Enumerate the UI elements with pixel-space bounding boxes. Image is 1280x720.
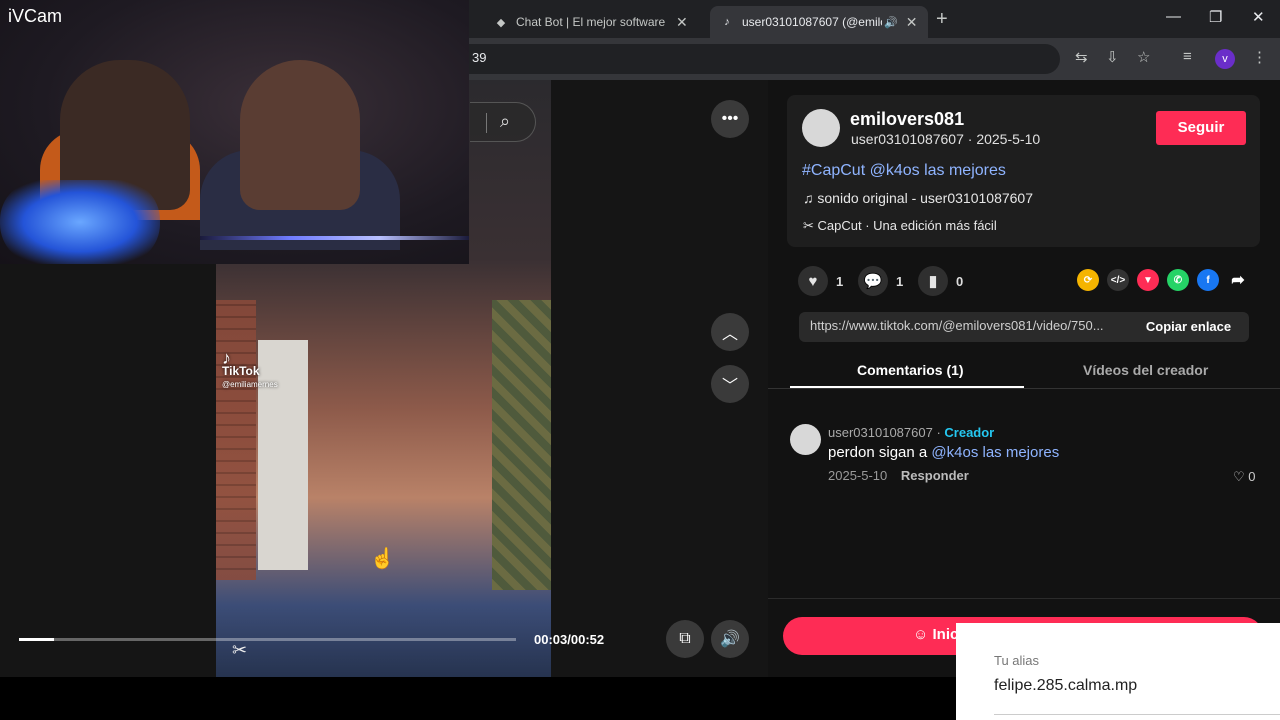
embed-icon[interactable]: </> bbox=[1107, 269, 1129, 291]
capcut-watermark-icon: ✂ bbox=[232, 640, 248, 660]
tab-creator-videos[interactable]: Vídeos del creador bbox=[1083, 362, 1208, 378]
pip-icon: ⧉ bbox=[679, 630, 691, 647]
send-icon[interactable]: ▼ bbox=[1137, 269, 1159, 291]
capcut-text: CapCut · Una edición más fácil bbox=[817, 218, 997, 233]
copy-link-button[interactable]: Copiar enlace bbox=[1128, 312, 1249, 342]
new-tab-icon[interactable]: + bbox=[936, 8, 948, 31]
menu-icon[interactable]: ⋮ bbox=[1252, 48, 1267, 66]
save-count: 0 bbox=[956, 273, 964, 289]
heart-outline-icon: ♡ bbox=[1233, 469, 1245, 484]
progress-bar[interactable] bbox=[19, 638, 516, 641]
comment-count: 1 bbox=[896, 273, 904, 289]
url-text: 39 bbox=[472, 50, 487, 65]
maximize-icon[interactable]: ❐ bbox=[1209, 8, 1222, 26]
like-count: 1 bbox=[836, 273, 844, 289]
watermark-brand: TikTok bbox=[222, 364, 260, 378]
save-button[interactable]: ▮ 0 bbox=[918, 266, 963, 296]
comment-meta: 2025-5-10 Responder bbox=[828, 468, 969, 483]
comment-text: perdon sigan a @k4os las mejores bbox=[828, 444, 1059, 461]
comment-icon: 💬 bbox=[858, 266, 888, 296]
heart-icon: ♥ bbox=[798, 266, 828, 296]
more-icon: ••• bbox=[721, 110, 739, 127]
comment-like-count: 0 bbox=[1248, 469, 1256, 484]
post-description[interactable]: #CapCut @k4os las mejores bbox=[802, 162, 1006, 180]
tab-tiktok[interactable]: ♪ user03101087607 (@emilov 🔊 ✕ bbox=[710, 6, 928, 38]
close-icon[interactable]: ✕ bbox=[906, 14, 918, 31]
avatar[interactable] bbox=[802, 109, 840, 147]
video-link[interactable]: https://www.tiktok.com/@emilovers081/vid… bbox=[810, 318, 1128, 333]
username[interactable]: emilovers081 bbox=[850, 109, 964, 130]
translate-icon[interactable]: ⇆ bbox=[1075, 48, 1088, 66]
alias-underline bbox=[994, 714, 1280, 715]
chevron-down-icon: ﹀ bbox=[721, 378, 738, 395]
watermark-handle: @emiliamernes bbox=[222, 380, 278, 389]
previous-video-button[interactable]: ︿ bbox=[711, 313, 749, 351]
search-button[interactable]: ⌕ bbox=[470, 102, 536, 142]
comment-avatar[interactable] bbox=[790, 424, 821, 455]
capcut-link[interactable]: ✂ CapCut · Una edición más fácil bbox=[803, 218, 997, 234]
music-link[interactable]: ♫ sonido original - user03101087607 bbox=[803, 190, 1033, 206]
whatsapp-icon[interactable]: ✆ bbox=[1167, 269, 1189, 291]
volume-button[interactable]: 🔊 bbox=[711, 620, 749, 658]
close-icon[interactable]: ✕ bbox=[676, 14, 688, 31]
diamond-icon: ◆ bbox=[496, 16, 506, 29]
webcam-person-right-head bbox=[240, 60, 360, 210]
tiktok-icon: ♪ bbox=[724, 16, 730, 28]
media-queue-icon[interactable]: ≡ bbox=[1183, 48, 1192, 65]
pip-button[interactable]: ⧉ bbox=[666, 620, 704, 658]
window-close-icon[interactable]: ✕ bbox=[1252, 8, 1265, 26]
comment-username: user03101087607 bbox=[828, 425, 933, 440]
hand-cursor-icon: ☝ bbox=[370, 548, 395, 570]
chevron-up-icon: ︿ bbox=[721, 326, 738, 343]
progress-fill bbox=[19, 638, 54, 641]
tab-chatbot[interactable]: ◆ Chat Bot | El mejor software pa ✕ bbox=[484, 6, 702, 38]
music-text: sonido original - user03101087607 bbox=[817, 190, 1033, 206]
next-video-button[interactable]: ﹀ bbox=[711, 365, 749, 403]
capcut-icon: ✂ bbox=[803, 218, 818, 233]
music-note-icon: ♫ bbox=[803, 190, 818, 206]
profile-avatar[interactable]: v bbox=[1215, 49, 1235, 69]
video-brick-wall bbox=[216, 300, 256, 580]
post-subline: user03101087607 · 2025-5-10 bbox=[851, 131, 1041, 147]
tab-title: Chat Bot | El mejor software pa bbox=[516, 15, 668, 29]
reply-button[interactable]: Responder bbox=[901, 468, 969, 483]
tiktok-watermark: ♪ TikTok @emiliamernes bbox=[222, 349, 278, 391]
webcam-keyboard-light bbox=[200, 236, 469, 240]
comment-button[interactable]: 💬 1 bbox=[858, 266, 903, 296]
webcam-light bbox=[0, 180, 160, 264]
alias-field[interactable]: felipe.285.calma.mp bbox=[994, 677, 1137, 695]
comment-like-button[interactable]: ♡ 0 bbox=[1233, 469, 1256, 485]
facebook-icon[interactable]: f bbox=[1197, 269, 1219, 291]
video-wallpaper bbox=[492, 300, 551, 590]
search-icon: ⌕ bbox=[500, 111, 511, 131]
share-arrow-icon[interactable]: ➦ bbox=[1227, 269, 1249, 291]
like-button[interactable]: ♥ 1 bbox=[798, 266, 843, 296]
comment-date: 2025-5-10 bbox=[828, 468, 888, 483]
speaker-icon[interactable]: 🔊 bbox=[884, 16, 898, 29]
minimize-icon[interactable]: — bbox=[1166, 8, 1181, 25]
tab-comments[interactable]: Comentarios (1) bbox=[857, 362, 964, 378]
more-options-button[interactable]: ••• bbox=[711, 100, 749, 138]
repost-icon[interactable]: ⟳ bbox=[1077, 269, 1099, 291]
chat-icon: ☺ bbox=[913, 626, 933, 643]
comment-author[interactable]: user03101087607 · Creador bbox=[828, 425, 994, 440]
alias-label: Tu alias bbox=[994, 653, 1040, 668]
comment-mention[interactable]: @k4os las mejores bbox=[931, 444, 1059, 461]
star-icon[interactable]: ☆ bbox=[1137, 48, 1150, 66]
tabs-divider bbox=[768, 388, 1280, 389]
divider bbox=[486, 113, 487, 133]
follow-button[interactable]: Seguir bbox=[1156, 111, 1246, 145]
video-time: 00:03/00:52 bbox=[534, 632, 605, 647]
message-button-label: Inic bbox=[932, 626, 959, 643]
bookmark-icon: ▮ bbox=[918, 266, 948, 296]
ivcam-label: iVCam bbox=[8, 6, 63, 26]
active-tab-indicator bbox=[790, 386, 1024, 388]
install-icon[interactable]: ⇩ bbox=[1106, 48, 1119, 66]
tab-title: user03101087607 (@emilov bbox=[742, 15, 882, 29]
alias-card bbox=[956, 623, 1280, 720]
comment-body: perdon sigan a bbox=[828, 444, 932, 461]
creator-badge: Creador bbox=[944, 425, 995, 440]
panel-divider bbox=[768, 598, 1280, 599]
volume-icon: 🔊 bbox=[720, 631, 740, 648]
